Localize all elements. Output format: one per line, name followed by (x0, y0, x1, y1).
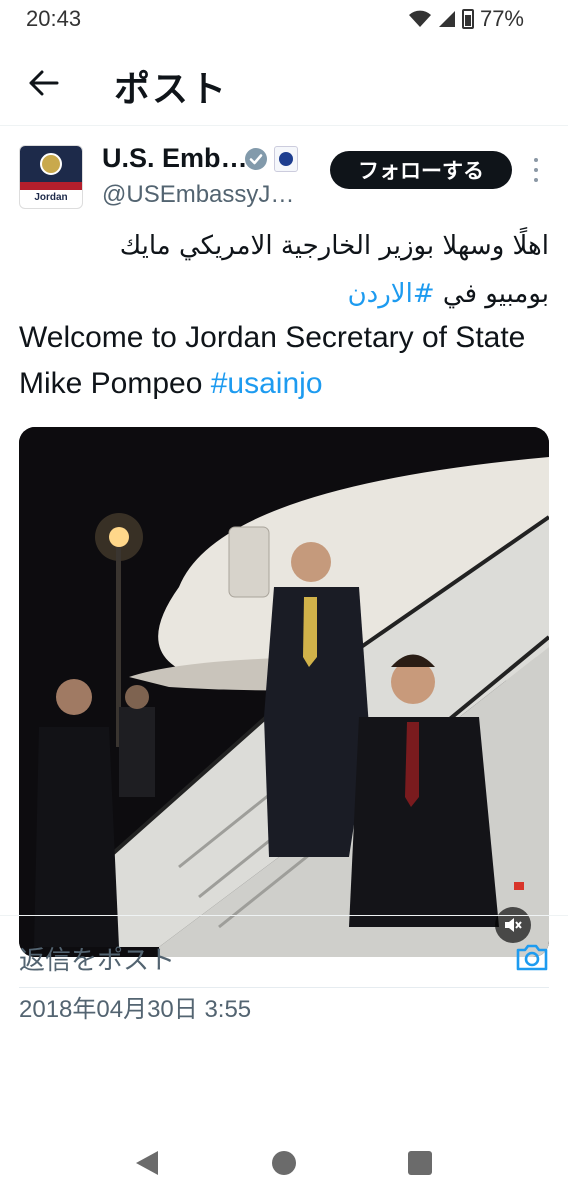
nav-recents-icon[interactable] (408, 1151, 432, 1175)
affiliation-badge-icon (274, 146, 298, 172)
app-header: ポスト (0, 40, 568, 126)
divider (0, 915, 568, 916)
hashtag-usainjo[interactable]: #usainjo (211, 367, 323, 400)
hashtag-jordan-arabic[interactable]: #الاردن (348, 279, 435, 309)
more-options-icon[interactable] (526, 155, 546, 185)
post-text-english: Welcome to Jordan Secretary of State Mik… (19, 315, 549, 407)
arrow-left-icon (29, 70, 59, 96)
reply-composer[interactable]: 返信をポスト (19, 930, 549, 988)
system-navigation-bar (0, 1125, 568, 1200)
signal-icon (438, 11, 455, 27)
wifi-icon (408, 10, 431, 27)
video-frame (19, 427, 549, 957)
page-title: ポスト (114, 68, 229, 109)
battery-percent: 77% (479, 6, 524, 31)
avatar-label: Jordan (34, 192, 68, 203)
status-time: 20:43 (26, 6, 82, 31)
post-text-arabic-line1: اهلًا وسهلا بوزير الخارجية الامريكي مايك (119, 231, 549, 261)
back-button[interactable] (20, 62, 68, 104)
embassy-seal-icon (20, 146, 82, 182)
status-icons: 77% (408, 6, 524, 32)
nav-home-icon[interactable] (272, 1151, 296, 1175)
status-bar: 20:43 77% (0, 0, 568, 40)
follow-button[interactable]: フォローする (330, 151, 512, 189)
reply-input-placeholder[interactable]: 返信をポスト (19, 940, 175, 977)
post-text-arabic-line2: بومبيو في (434, 279, 549, 309)
author-handle[interactable]: @USEmbassyJ… (102, 181, 294, 209)
avatar[interactable]: Jordan (19, 145, 83, 209)
post-text-arabic: اهلًا وسهلا بوزير الخارجية الامريكي مايك… (19, 222, 549, 318)
post-video[interactable] (19, 427, 549, 957)
post-timestamp[interactable]: 2018年04月30日 3:55 (19, 989, 251, 1024)
battery-icon (461, 9, 474, 29)
camera-icon[interactable] (515, 942, 549, 972)
author-name[interactable]: U.S. Emb… (102, 143, 248, 174)
nav-back-icon[interactable] (134, 1149, 160, 1177)
verified-badge-icon (245, 148, 267, 170)
